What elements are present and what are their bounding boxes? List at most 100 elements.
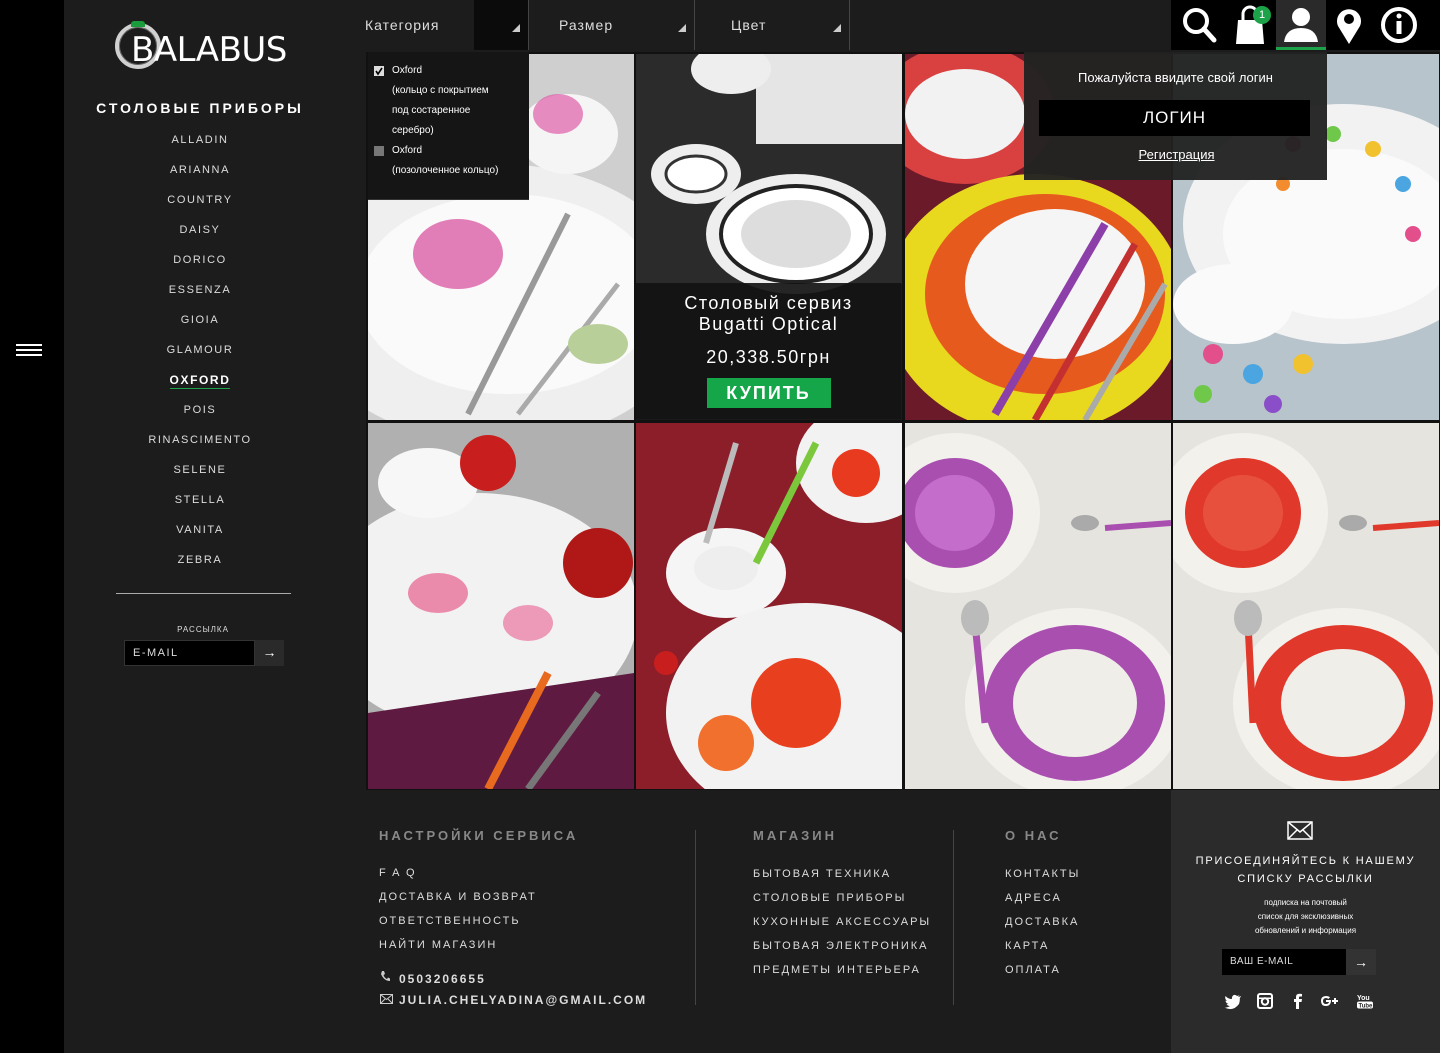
footer-link-appliances[interactable]: БЫТОВАЯ ТЕХНИКА: [753, 868, 891, 880]
category-dropdown: Oxford (кольцо с покрытием под состаренн…: [368, 52, 529, 200]
product-image: [368, 423, 634, 789]
footer-link-delivery[interactable]: ДОСТАВКА: [1005, 916, 1079, 928]
footer-divider: [695, 830, 696, 1005]
footer-link-faq[interactable]: F A Q: [379, 867, 417, 879]
login-popover: Пожалуйста ввидите свой логин ЛОГИН Реги…: [1024, 52, 1327, 180]
login-prompt: Пожалуйста ввидите свой логин: [1078, 70, 1273, 85]
youtube-icon[interactable]: YouTube: [1356, 992, 1374, 1010]
sidebar-item-arianna[interactable]: ARIANNA: [64, 162, 336, 192]
checkbox-unchecked-icon[interactable]: [374, 146, 384, 156]
product-tile[interactable]: [1173, 423, 1439, 789]
instagram-icon[interactable]: [1256, 992, 1274, 1010]
twitter-icon[interactable]: [1224, 992, 1242, 1010]
product-image: [905, 423, 1171, 789]
sidebar-divider: [116, 593, 291, 594]
subscribe-email-input[interactable]: ВАШ E-MAIL: [1222, 949, 1346, 975]
sidebar-item-rinascimento[interactable]: RINASCIMENTO: [64, 432, 336, 462]
sidebar-item-gioia[interactable]: GIOIA: [64, 312, 336, 342]
footer-email[interactable]: JULIA.CHELYADINA@GMAIL.COM: [399, 993, 647, 1007]
facebook-icon[interactable]: [1289, 992, 1307, 1010]
filter-color-label: Цвет: [731, 17, 767, 33]
footer-divider: [953, 830, 954, 1005]
subscribe-submit-button[interactable]: →: [1346, 949, 1376, 975]
sidebar-item-alladin[interactable]: ALLADIN: [64, 132, 336, 162]
footer: НАСТРОЙКИ СЕРВИСА F A Q ДОСТАВКА И ВОЗВР…: [365, 790, 1171, 1053]
subscribe-title: ПРИСОЕДИНЯЙТЕСЬ К НАШЕМУ СПИСКУ РАССЫЛКИ: [1195, 855, 1416, 885]
filter-color[interactable]: Цвет: [695, 0, 850, 50]
newsletter-submit-button[interactable]: →: [255, 640, 284, 666]
mail-icon: [380, 994, 393, 1004]
google-plus-icon[interactable]: [1320, 992, 1340, 1010]
svg-text:You: You: [1357, 995, 1370, 1002]
subscribe-text: подписка на почтовый список для эксклюзи…: [1254, 898, 1357, 935]
sidebar-item-pois[interactable]: POIS: [64, 402, 336, 432]
product-overlay: Столовый сервиз Bugatti Optical 20,338.5…: [636, 283, 901, 419]
cart-count-badge: 1: [1253, 6, 1271, 24]
dropdown-arrow-icon: [678, 24, 686, 32]
footer-shop-title: МАГАЗИН: [753, 828, 838, 843]
sidebar-item-glamour[interactable]: GLAMOUR: [64, 342, 336, 372]
dropdown-option-1[interactable]: Oxford (кольцо с покрытием под состаренн…: [392, 61, 489, 141]
footer-link-responsibility[interactable]: ОТВЕТСТВЕННОСТЬ: [379, 915, 521, 927]
product-price: 20,338.50грн: [706, 347, 831, 367]
footer-link-payment[interactable]: ОПЛАТА: [1005, 964, 1061, 976]
filter-size-label: Размер: [559, 17, 614, 33]
sidebar-item-essenza[interactable]: ESSENZA: [64, 282, 336, 312]
login-button[interactable]: ЛОГИН: [1039, 100, 1310, 136]
footer-link-map[interactable]: КАРТА: [1005, 940, 1049, 952]
product-image: [1173, 423, 1439, 789]
sidebar-item-stella[interactable]: STELLA: [64, 492, 336, 522]
checkbox-checked-icon[interactable]: [374, 66, 384, 76]
sidebar-item-selene[interactable]: SELENE: [64, 462, 336, 492]
footer-link-addresses[interactable]: АДРЕСА: [1005, 892, 1062, 904]
footer-link-electronics[interactable]: БЫТОВАЯ ЭЛЕКТРОНИКА: [753, 940, 929, 952]
filter-category-label: Категория: [365, 17, 440, 33]
svg-text:Tube: Tube: [1359, 1003, 1374, 1009]
sidebar-item-country[interactable]: COUNTRY: [64, 192, 336, 222]
sidebar-item-daisy[interactable]: DAISY: [64, 222, 336, 252]
logo-text: BALABUS: [131, 30, 287, 70]
footer-link-cutlery[interactable]: СТОЛОВЫЕ ПРИБОРЫ: [753, 892, 906, 904]
sidebar-item-vanita[interactable]: VANITA: [64, 522, 336, 552]
dropdown-arrow-icon: [512, 24, 520, 32]
envelope-icon: [1287, 821, 1313, 840]
register-link[interactable]: Регистрация: [1024, 147, 1329, 162]
phone-icon: [381, 971, 390, 981]
filter-category[interactable]: Категория: [365, 0, 529, 50]
filter-size[interactable]: Размер: [529, 0, 695, 50]
filter-category-toggle[interactable]: [474, 0, 528, 50]
newsletter-label: РАССЫЛКА: [177, 625, 229, 634]
footer-link-kitchen-accessories[interactable]: КУХОННЫЕ АКСЕССУАРЫ: [753, 916, 931, 928]
product-tile[interactable]: [368, 423, 634, 789]
footer-link-interior[interactable]: ПРЕДМЕТЫ ИНТЕРЬЕРА: [753, 964, 921, 976]
buy-button[interactable]: КУПИТЬ: [706, 378, 831, 408]
product-tile[interactable]: [905, 423, 1171, 789]
sidebar-nav: ALLADIN ARIANNA COUNTRY DAISY DORICO ESS…: [64, 132, 336, 582]
top-icon-bar: 1: [1171, 0, 1440, 50]
search-icon[interactable]: [1175, 0, 1225, 50]
product-tile[interactable]: [636, 423, 902, 789]
left-rail: [0, 0, 64, 1053]
footer-service-title: НАСТРОЙКИ СЕРВИСА: [379, 828, 579, 843]
user-icon[interactable]: [1276, 0, 1326, 50]
info-icon[interactable]: [1374, 0, 1424, 50]
sidebar-item-dorico[interactable]: DORICO: [64, 252, 336, 282]
dropdown-option-2[interactable]: Oxford (позолоченное кольцо): [392, 141, 498, 181]
sidebar-item-zebra[interactable]: ZEBRA: [64, 552, 336, 582]
location-icon[interactable]: [1324, 0, 1374, 50]
subscribe-panel: ПРИСОЕДИНЯЙТЕСЬ К НАШЕМУ СПИСКУ РАССЫЛКИ…: [1171, 790, 1440, 1053]
sidebar-title: СТОЛОВЫЕ ПРИБОРЫ: [96, 100, 304, 116]
footer-phone[interactable]: 0503206655: [399, 972, 486, 986]
product-image: [636, 423, 902, 789]
sidebar-item-oxford[interactable]: OXFORD: [64, 372, 336, 402]
cart-icon[interactable]: 1: [1225, 0, 1275, 50]
footer-link-find-store[interactable]: НАЙТИ МАГАЗИН: [379, 939, 497, 951]
menu-icon[interactable]: [16, 344, 42, 360]
product-name: Столовый сервиз Bugatti Optical: [684, 293, 853, 334]
footer-link-contacts[interactable]: КОНТАКТЫ: [1005, 868, 1080, 880]
dropdown-arrow-icon: [833, 24, 841, 32]
logo[interactable]: BALABUS: [113, 20, 293, 78]
footer-link-delivery-return[interactable]: ДОСТАВКА И ВОЗВРАТ: [379, 891, 537, 903]
footer-about-title: О НАС: [1005, 828, 1062, 843]
newsletter-email-input[interactable]: E-MAIL: [124, 640, 255, 666]
